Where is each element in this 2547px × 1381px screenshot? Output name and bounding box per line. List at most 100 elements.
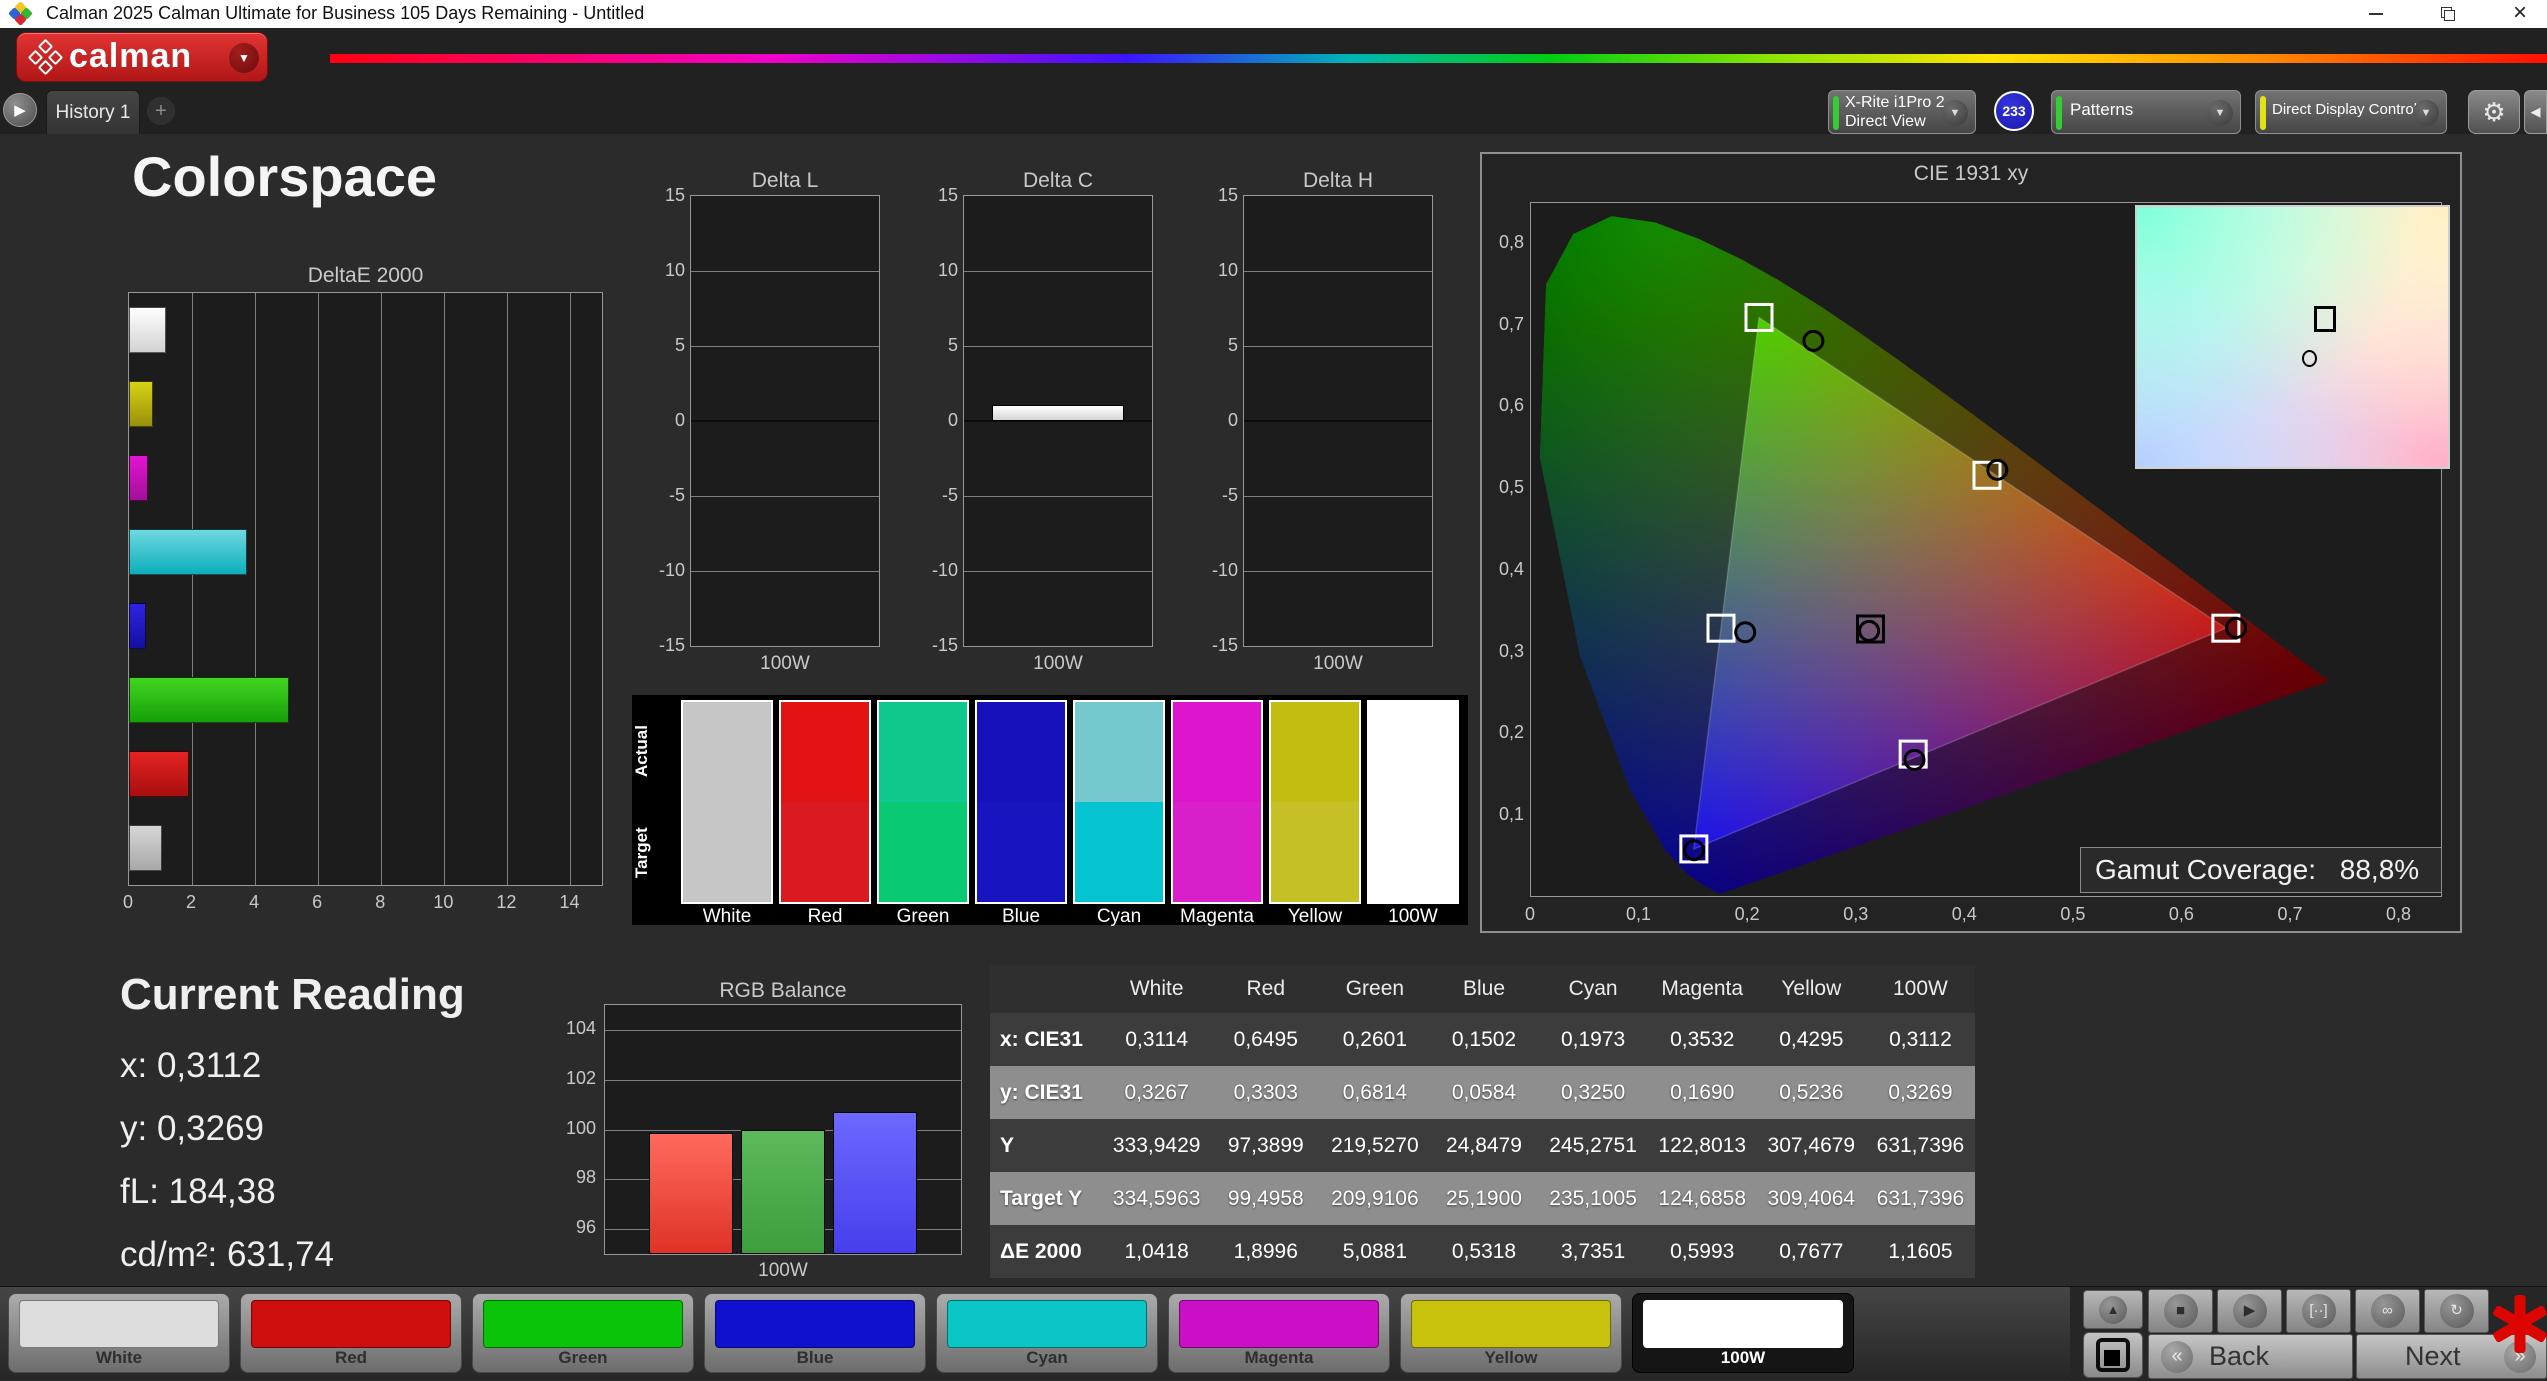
inset-target-square-marker xyxy=(2314,306,2336,332)
pattern-patch-magenta[interactable]: Magenta xyxy=(1168,1293,1390,1373)
reading-cdm2: cd/m²: 631,74 xyxy=(120,1235,465,1275)
gear-icon[interactable]: ⚙ xyxy=(2468,90,2520,134)
calibration-status-asterisk-icon xyxy=(2494,1293,2546,1355)
deltae-bar-cyan xyxy=(129,529,247,575)
rgb-gridline xyxy=(605,1030,961,1031)
table-cell: 0,1690 xyxy=(1648,1066,1757,1119)
table-cell: 333,9429 xyxy=(1102,1119,1211,1172)
delta-panel-title: Delta L xyxy=(690,169,880,193)
table-header-blank xyxy=(990,965,1102,1013)
patch-label: White xyxy=(9,1348,229,1368)
swatch-target xyxy=(1173,802,1261,902)
pattern-patch-cyan[interactable]: Cyan xyxy=(936,1293,1158,1373)
pattern-patch-white[interactable]: White xyxy=(8,1293,230,1373)
delta-panel-plot: 151050-5-10-15 xyxy=(963,195,1153,647)
table-cell: 97,3899 xyxy=(1211,1119,1320,1172)
expand-up-button[interactable]: ▲ xyxy=(2083,1290,2143,1329)
pattern-window-button[interactable] xyxy=(2083,1332,2143,1378)
delta-gridline xyxy=(964,571,1152,572)
meter-dropdown[interactable]: X-Rite i1Pro 2 Direct View ▼ xyxy=(1828,90,1976,134)
deltae-bar-yellow xyxy=(129,381,153,427)
delta-y-tick: -10 xyxy=(647,560,685,581)
table-header-green: Green xyxy=(1320,965,1429,1013)
display-control-chevron-down-icon[interactable]: ▼ xyxy=(2413,100,2439,126)
table-cell: 24,8479 xyxy=(1429,1119,1538,1172)
next-button-label: Next xyxy=(2405,1341,2461,1372)
pattern-window-button[interactable]: [··] xyxy=(2286,1289,2351,1333)
calman-logo-button[interactable]: calman ▼ xyxy=(16,32,268,82)
cie-y-tick: 0,4 xyxy=(1488,559,1524,580)
table-cell: 0,3269 xyxy=(1866,1066,1975,1119)
pattern-patch-yellow[interactable]: Yellow xyxy=(1400,1293,1622,1373)
chevron-up-icon: ▲ xyxy=(2099,1296,2127,1324)
cie-chart-title: CIE 1931 xy xyxy=(1482,162,2460,186)
back-button[interactable]: « Back xyxy=(2148,1334,2353,1379)
table-cell: 0,6495 xyxy=(1211,1013,1320,1066)
delta-gridline xyxy=(691,496,879,497)
table-header-blue: Blue xyxy=(1429,965,1538,1013)
rgb-y-tick: 96 xyxy=(556,1217,596,1238)
minimize-button[interactable] xyxy=(2354,0,2398,28)
stop-button[interactable]: ■ xyxy=(2148,1289,2213,1333)
pattern-patch-100w[interactable]: 100W xyxy=(1632,1293,1854,1373)
pattern-patch-green[interactable]: Green xyxy=(472,1293,694,1373)
table-cell: 0,6814 xyxy=(1320,1066,1429,1119)
pattern-patch-red[interactable]: Red xyxy=(240,1293,462,1373)
tab-history-1[interactable]: History 1 xyxy=(46,90,140,134)
patch-label: Magenta xyxy=(1169,1348,1389,1368)
rgb-bar-green xyxy=(741,1130,825,1255)
pattern-window-icon: [··] xyxy=(2302,1294,2336,1328)
measurement-table-grid: WhiteRedGreenBlueCyanMagentaYellow100Wx:… xyxy=(990,965,1975,1278)
cie-y-tick: 0,3 xyxy=(1488,641,1524,662)
table-cell: 0,3250 xyxy=(1539,1066,1648,1119)
table-row-label: x: CIE31 xyxy=(990,1013,1102,1066)
table-cell: 122,8013 xyxy=(1648,1119,1757,1172)
swatch-column-blue: Blue xyxy=(975,700,1067,928)
rgb-bar-blue xyxy=(833,1112,917,1254)
restore-button[interactable] xyxy=(2428,0,2472,28)
patch-color-swatch xyxy=(19,1300,219,1348)
table-cell: 99,4958 xyxy=(1211,1172,1320,1225)
loop-button[interactable]: ↻ xyxy=(2424,1289,2489,1333)
sidebar-toggle-play-icon[interactable]: ▶ xyxy=(3,93,37,127)
continuous-button[interactable]: ∞ xyxy=(2355,1289,2420,1333)
pattern-bar: White RedGreenBlueCyan Magenta Yellow100W ▲… xyxy=(0,1286,2547,1380)
table-cell: 334,5963 xyxy=(1102,1172,1211,1225)
rgb-y-tick: 104 xyxy=(556,1018,596,1039)
swatch-label: Green xyxy=(877,906,969,928)
delta-y-tick: -15 xyxy=(920,635,958,656)
patch-color-swatch xyxy=(947,1300,1147,1348)
swatch-column-100w: 100W xyxy=(1367,700,1459,928)
deltae-bar-blue xyxy=(129,603,146,649)
deltae-gridline xyxy=(381,293,382,885)
add-tab-button[interactable]: + xyxy=(146,96,176,126)
meter-mode: Direct View xyxy=(1845,113,1926,131)
display-control-dropdown[interactable]: Direct Display Control ▼ xyxy=(2255,90,2447,134)
rgb-bar-red xyxy=(649,1133,733,1254)
delta-panel-plot: 151050-5-10-15 xyxy=(1243,195,1433,647)
window-title: Calman 2025 Calman Ultimate for Business… xyxy=(46,3,644,24)
meter-reading-badge[interactable]: 233 xyxy=(1994,91,2034,131)
delta-y-tick: 0 xyxy=(920,410,958,431)
table-cell: 0,2601 xyxy=(1320,1013,1429,1066)
play-button[interactable]: ▶ xyxy=(2217,1289,2282,1333)
table-cell: 0,4295 xyxy=(1757,1013,1866,1066)
pattern-patch-blue[interactable]: Blue xyxy=(704,1293,926,1373)
swatch-column-magenta: Magenta xyxy=(1171,700,1263,928)
table-cell: 5,0881 xyxy=(1320,1225,1429,1278)
meter-chevron-down-icon[interactable]: ▼ xyxy=(1942,100,1968,126)
deltae-x-tick: 8 xyxy=(375,892,385,913)
meter-status-bar xyxy=(1833,96,1839,130)
rgb-balance-chart xyxy=(604,1004,962,1255)
tab-bar: ▶ History 1 + X-Rite i1Pro 2 Direct View… xyxy=(0,88,2547,134)
collapse-panel-left-icon[interactable]: ◀ xyxy=(2524,90,2547,134)
swatch-column-green: Green xyxy=(877,700,969,928)
close-button[interactable]: × xyxy=(2498,0,2542,28)
logo-menu-chevron-down-icon[interactable]: ▼ xyxy=(229,43,259,73)
deltae-bar-white xyxy=(129,825,162,871)
swatch-actual xyxy=(683,702,771,802)
patterns-dropdown[interactable]: Patterns ▼ xyxy=(2051,90,2241,134)
patterns-chevron-down-icon[interactable]: ▼ xyxy=(2207,100,2233,126)
inset-measured-circle-marker xyxy=(2302,350,2317,367)
delta-y-tick: 10 xyxy=(920,260,958,281)
